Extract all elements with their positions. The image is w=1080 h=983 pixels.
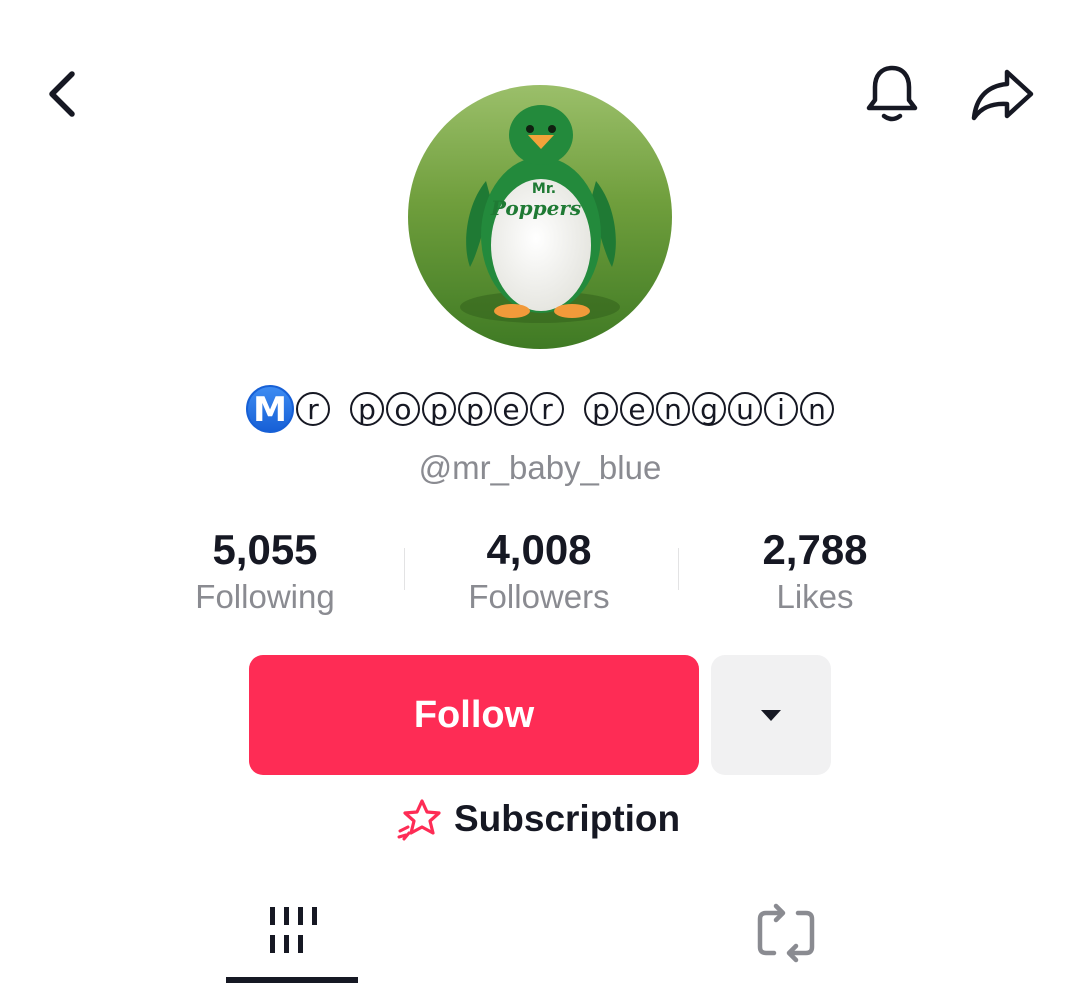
avatar-penguin-image: Mr. Poppers: [408, 85, 672, 349]
grid-bars-icon: [270, 907, 317, 953]
name-letter: p: [350, 392, 384, 427]
followers-label: Followers: [468, 578, 610, 615]
name-letter: r: [296, 392, 330, 427]
following-label: Following: [195, 578, 335, 615]
caret-down-icon: [761, 710, 781, 721]
name-letter: i: [764, 392, 798, 427]
name-letter: p: [422, 392, 456, 427]
username: @mr_baby_blue: [418, 449, 662, 486]
followers-count: 4,008: [486, 526, 592, 573]
tab-videos[interactable]: [226, 885, 358, 983]
chevron-left-icon: [49, 71, 75, 117]
bell-icon: [866, 65, 918, 122]
back-button[interactable]: [30, 62, 94, 126]
star-rocket-icon: [397, 799, 441, 841]
stat-followers[interactable]: 4,008 Followers: [414, 524, 664, 618]
subscription-label: Subscription: [454, 798, 681, 839]
avatar[interactable]: Mr. Poppers: [408, 85, 672, 349]
share-arrow-icon: [971, 69, 1034, 121]
following-count: 5,055: [212, 526, 318, 573]
name-letter: r: [530, 392, 564, 427]
stat-divider: [404, 548, 405, 590]
notification-button[interactable]: [858, 60, 926, 128]
likes-label: Likes: [776, 578, 854, 615]
stat-following[interactable]: 5,055 Following: [140, 524, 390, 618]
name-letter: p: [584, 392, 618, 427]
name-letter: u: [728, 392, 762, 427]
name-letter: e: [620, 392, 654, 427]
name-letter: n: [800, 392, 834, 427]
display-name: Mrpopperpenguin: [0, 382, 1080, 434]
subscription-button[interactable]: Subscription: [396, 792, 680, 846]
name-letter: o: [386, 392, 420, 427]
more-options-button[interactable]: [711, 655, 831, 775]
name-letter: p: [458, 392, 492, 427]
share-button[interactable]: [966, 60, 1038, 128]
likes-count: 2,788: [762, 526, 868, 573]
active-tab-indicator: [226, 977, 358, 983]
stat-likes[interactable]: 2,788 Likes: [690, 524, 940, 618]
name-letter: n: [656, 392, 690, 427]
name-letter: g: [692, 392, 726, 427]
follow-button[interactable]: Follow: [249, 655, 699, 775]
stat-divider: [678, 548, 679, 590]
name-letter: M: [246, 385, 294, 434]
repost-icon: [757, 903, 815, 963]
tab-reposts[interactable]: [720, 885, 852, 983]
name-letter: e: [494, 392, 528, 427]
svg-text:Mr.: Mr.: [532, 181, 556, 197]
svg-text:Poppers: Poppers: [490, 196, 581, 220]
